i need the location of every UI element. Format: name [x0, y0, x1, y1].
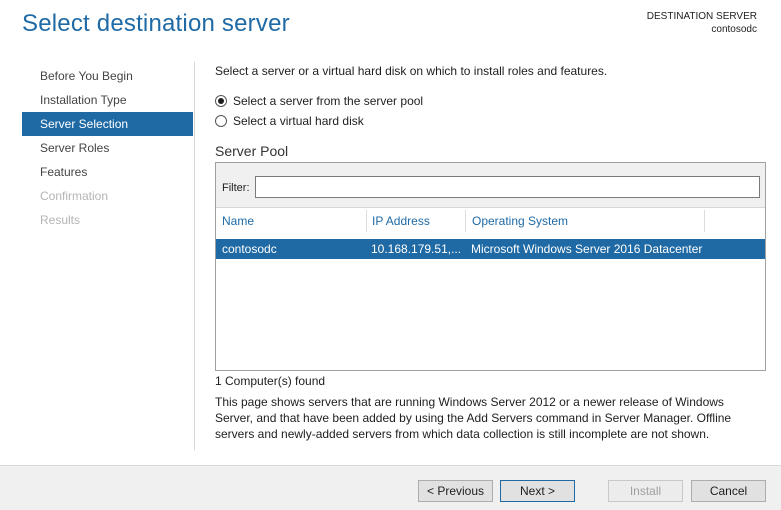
- table-row[interactable]: contosodc 10.168.179.51,... Microsoft Wi…: [216, 239, 765, 259]
- nav-item-installation-type[interactable]: Installation Type: [22, 88, 193, 112]
- radio-virtual-hard-disk[interactable]: [215, 115, 227, 127]
- column-header-operating-system[interactable]: Operating System: [472, 214, 568, 228]
- computers-found-count: 1 Computer(s) found: [215, 374, 326, 388]
- description-text: This page shows servers that are running…: [215, 395, 732, 441]
- filter-input[interactable]: [255, 176, 760, 198]
- row-operating-system: Microsoft Windows Server 2016 Datacenter: [471, 242, 703, 256]
- destination-server-info: DESTINATION SERVER contosodc: [647, 10, 757, 36]
- column-separator[interactable]: [366, 210, 367, 232]
- next-button[interactable]: Next >: [500, 480, 575, 502]
- radio-server-pool[interactable]: [215, 95, 227, 107]
- page-title: Select destination server: [22, 10, 290, 37]
- install-button: Install: [608, 480, 683, 502]
- server-table-header: Name IP Address Operating System: [216, 210, 765, 232]
- option-server-pool[interactable]: Select a server from the server pool: [215, 94, 423, 108]
- option-virtual-hard-disk[interactable]: Select a virtual hard disk: [215, 114, 364, 128]
- filter-label: Filter:: [222, 182, 250, 194]
- option-server-pool-label[interactable]: Select a server from the server pool: [233, 94, 423, 108]
- server-pool-title: Server Pool: [215, 143, 289, 159]
- column-separator[interactable]: [704, 210, 705, 232]
- column-separator[interactable]: [465, 210, 466, 232]
- nav-item-server-selection[interactable]: Server Selection: [22, 112, 193, 136]
- nav-item-before-you-begin[interactable]: Before You Begin: [22, 64, 193, 88]
- column-header-ip-address[interactable]: IP Address: [372, 214, 430, 228]
- nav-item-confirmation: Confirmation: [40, 189, 109, 203]
- row-name: contosodc: [222, 242, 277, 256]
- destination-server-label: DESTINATION SERVER: [646, 11, 757, 22]
- intro-text: Select a server or a virtual hard disk o…: [215, 64, 608, 78]
- nav-item-features[interactable]: Features: [22, 160, 193, 184]
- filter-bar: Filter:: [216, 163, 765, 208]
- nav-item-server-roles[interactable]: Server Roles: [22, 136, 193, 160]
- row-ip-address: 10.168.179.51,...: [371, 242, 462, 256]
- cancel-button[interactable]: Cancel: [691, 480, 766, 502]
- nav-item-results: Results: [40, 213, 81, 227]
- previous-button[interactable]: < Previous: [418, 480, 493, 502]
- server-pool-panel: Filter: Name IP Address Operating System…: [215, 162, 766, 371]
- nav-divider: [194, 62, 195, 450]
- wizard-nav: Before You Begin Installation Type Serve…: [22, 64, 193, 232]
- destination-server-value: contosodc: [711, 24, 757, 35]
- option-virtual-hard-disk-label[interactable]: Select a virtual hard disk: [233, 114, 364, 128]
- column-header-name[interactable]: Name: [222, 214, 254, 228]
